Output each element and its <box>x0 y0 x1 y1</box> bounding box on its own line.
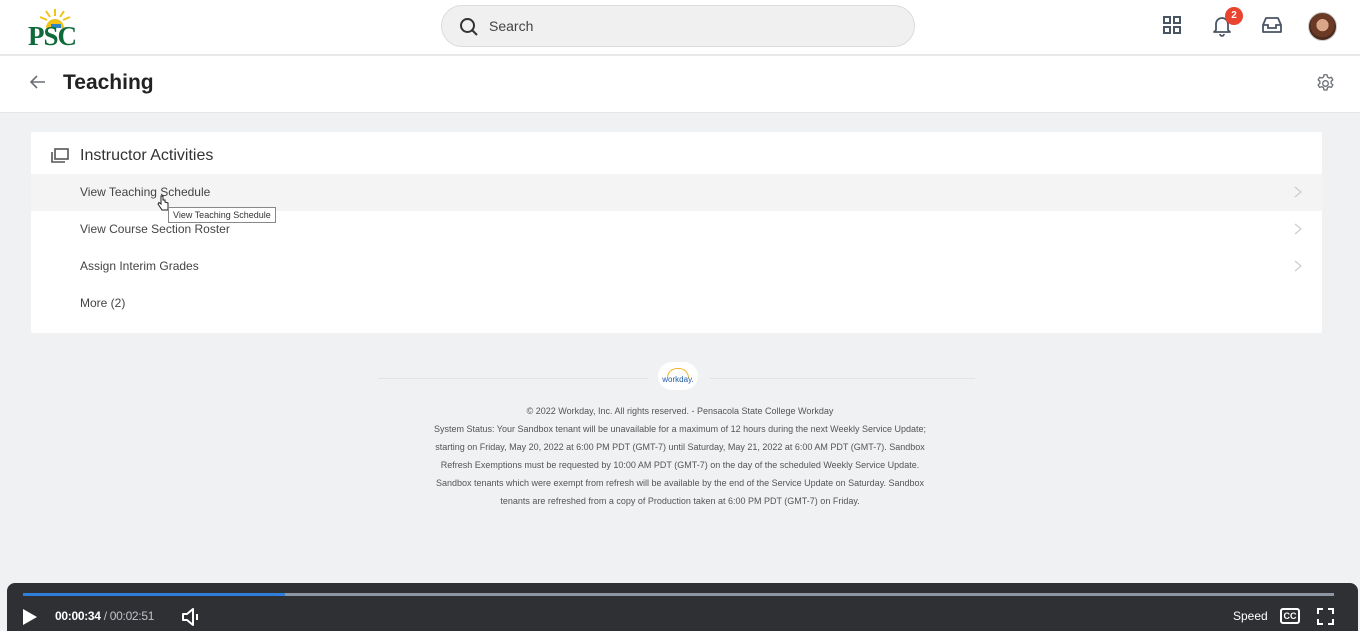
copyright: © 2022 Workday, Inc. All rights reserved… <box>526 406 834 416</box>
card-title: Instructor Activities <box>80 147 214 164</box>
search-bar[interactable] <box>441 5 915 47</box>
chevron-right-icon <box>1294 186 1302 198</box>
activity-label: View Course Section Roster <box>80 222 230 236</box>
activity-label: View Teaching Schedule <box>80 185 211 199</box>
gear-icon[interactable] <box>1315 73 1336 94</box>
system-status-line: starting on Friday, May 20, 2022 at 6:00… <box>435 442 925 452</box>
closed-captions-button[interactable]: CC <box>1280 608 1300 624</box>
video-time: 00:00:34 / 00:02:51 <box>55 609 154 623</box>
system-status-line: Refresh Exemptions must be requested by … <box>440 460 920 470</box>
notification-badge: 2 <box>1225 7 1243 25</box>
chevron-right-icon <box>1294 260 1302 272</box>
total-time: 00:02:51 <box>109 609 155 623</box>
workday-logo-text: workday. <box>662 375 694 384</box>
system-status-line: tenants are refreshed from a copy of Pro… <box>500 496 860 506</box>
worklet-icon <box>51 148 69 163</box>
psc-logo[interactable]: PSC <box>28 8 80 51</box>
volume-icon[interactable] <box>181 608 201 626</box>
fullscreen-icon[interactable] <box>1317 608 1334 625</box>
activity-view-teaching-schedule[interactable]: View Teaching Schedule <box>31 174 1322 211</box>
activity-assign-interim-grades[interactable]: Assign Interim Grades <box>31 248 1322 285</box>
activity-label: Assign Interim Grades <box>80 259 199 273</box>
page-title: Teaching <box>63 71 154 94</box>
speed-button[interactable]: Speed <box>1233 609 1268 623</box>
more-activities-link[interactable]: More (2) <box>31 285 1322 322</box>
back-arrow-icon[interactable] <box>29 73 47 91</box>
top-header: PSC 2 <box>0 0 1360 55</box>
system-status-line: System Status: Your Sandbox tenant will … <box>433 424 927 434</box>
current-time: 00:00:34 <box>55 609 101 623</box>
inbox-icon[interactable] <box>1260 13 1284 37</box>
search-input[interactable] <box>489 15 889 37</box>
video-progress-fill <box>23 593 286 596</box>
search-icon <box>460 18 478 36</box>
instructor-activities-card: Instructor Activities View Teaching Sche… <box>31 132 1322 333</box>
logo-text: PSC <box>28 21 77 51</box>
apps-grid-icon[interactable] <box>1160 13 1184 37</box>
footer-divider-right <box>710 378 975 379</box>
workday-logo: workday. <box>658 362 698 390</box>
video-progress-track[interactable] <box>23 593 1334 596</box>
video-control-bar: 00:00:34 / 00:02:51 Speed CC <box>7 583 1358 631</box>
avatar[interactable] <box>1308 12 1337 41</box>
footer-divider-left <box>378 378 648 379</box>
footer-text: © 2022 Workday, Inc. All rights reserved… <box>380 402 980 510</box>
chevron-right-icon <box>1294 223 1302 235</box>
more-label: More (2) <box>80 296 126 310</box>
time-separator: / <box>103 609 107 623</box>
tooltip: View Teaching Schedule <box>168 207 276 223</box>
system-status-line: Sandbox tenants which were exempt from r… <box>435 478 925 488</box>
page-title-bar: Teaching <box>0 56 1360 113</box>
play-icon[interactable] <box>22 608 38 626</box>
